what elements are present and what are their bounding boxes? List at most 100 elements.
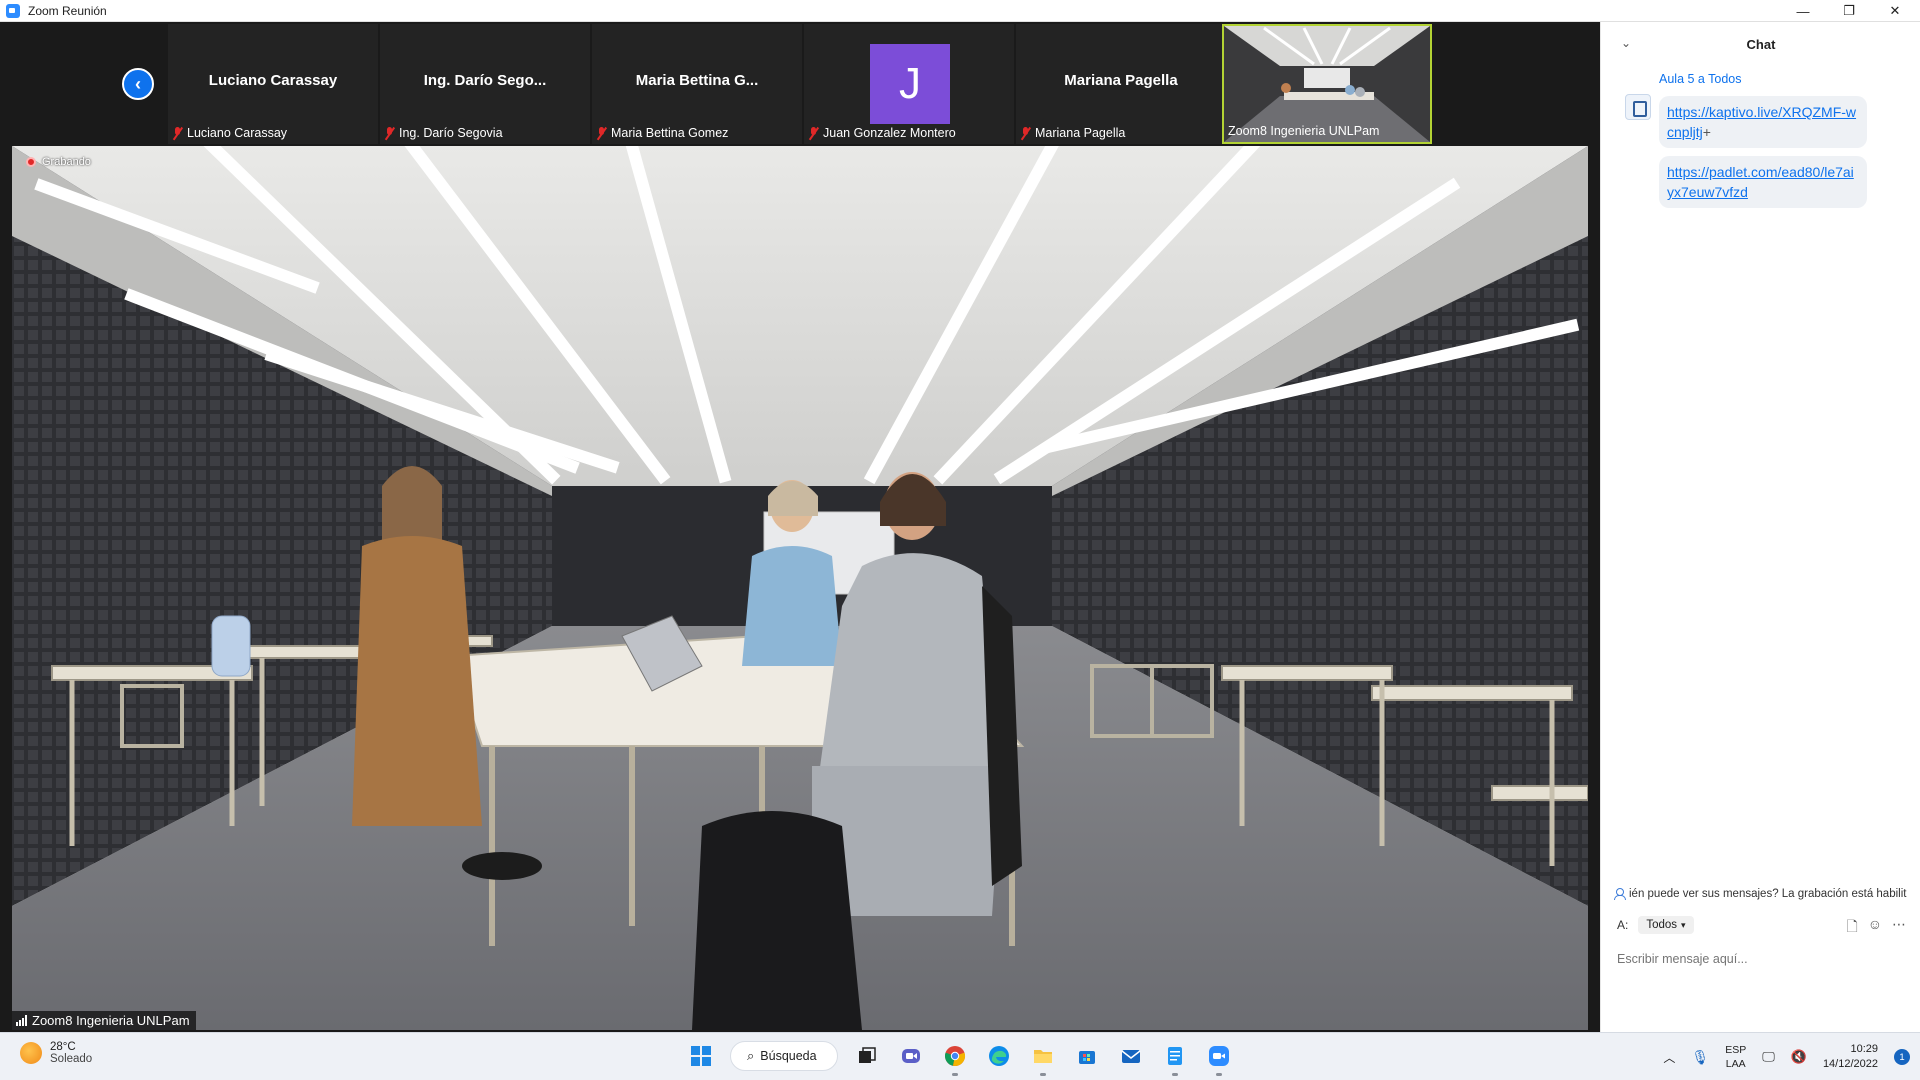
chevron-up-icon[interactable]: ︿ <box>1663 1049 1675 1066</box>
participant-name-label: Ing. Darío Segovia <box>384 126 503 140</box>
participant-label-text: Maria Bettina Gomez <box>611 126 729 140</box>
chevron-down-icon: ▾ <box>1681 919 1686 930</box>
chat-panel: ⌄ Chat Aula 5 a Todos https://kaptivo.li… <box>1600 22 1920 1032</box>
more-options-icon[interactable]: ⋯ <box>1892 916 1906 940</box>
participant-name-label: Mariana Pagella <box>1020 126 1125 140</box>
participant-avatar: J <box>870 44 950 124</box>
taskbar-apps: ⌕ Búsqueda <box>686 1041 1234 1076</box>
speaker-muted-icon[interactable]: 🔇 <box>1791 1049 1807 1065</box>
participant-name-label: Maria Bettina Gomez <box>596 126 728 140</box>
language-code: ESP <box>1725 1044 1747 1056</box>
search-icon: ⌕ <box>747 1048 755 1063</box>
meeting-area: ‹ Luciano Carassay Luciano Carassay Ing.… <box>0 22 1600 1032</box>
start-button[interactable] <box>686 1041 716 1071</box>
sun-icon <box>20 1042 42 1064</box>
participant-display-name: Luciano Carassay <box>208 72 338 89</box>
edge-button[interactable] <box>984 1041 1014 1071</box>
muted-mic-icon <box>808 126 819 140</box>
participant-tile[interactable]: Ing. Darío Sego... Ing. Darío Segovia <box>380 24 590 144</box>
language-indicator[interactable]: ESP LAA <box>1725 1043 1746 1071</box>
participant-label-text: Luciano Carassay <box>187 126 288 140</box>
participant-tile-active-speaker[interactable]: Zoom8 Ingenieria UNLPam <box>1222 24 1432 144</box>
task-view-icon <box>859 1047 876 1063</box>
chat-app-button[interactable] <box>896 1041 926 1071</box>
muted-mic-icon <box>596 126 607 140</box>
folder-icon <box>1034 1050 1052 1063</box>
recording-label: Grabando <box>42 156 91 168</box>
chat-message: https://kaptivo.live/XRQZMF-wcnpljtj+ <box>1659 96 1867 148</box>
window-title: Zoom Reunión <box>28 3 107 18</box>
minimize-button[interactable]: — <box>1780 0 1826 22</box>
participant-tile[interactable]: Luciano Carassay Luciano Carassay <box>168 24 378 144</box>
participant-name-label: Zoom8 Ingenieria UNLPam <box>1228 124 1379 138</box>
weather-widget[interactable]: 28°C Soleado <box>20 1041 92 1065</box>
chrome-button[interactable] <box>940 1041 970 1076</box>
close-button[interactable]: ✕ <box>1872 0 1918 22</box>
classroom-video-frame <box>12 146 1588 1030</box>
notepad-button[interactable] <box>1160 1041 1190 1076</box>
zoom-icon <box>1209 1046 1229 1066</box>
participant-label-text: Mariana Pagella <box>1035 126 1126 140</box>
chat-message-input[interactable] <box>1617 952 1907 966</box>
speaker-name-label: Zoom8 Ingenieria UNLPam <box>12 1011 196 1030</box>
participant-display-name: Mariana Pagella <box>1064 72 1178 89</box>
recording-indicator[interactable]: Grabando <box>26 156 91 168</box>
chat-tools: 🗋 ☺ ⋯ <box>1846 916 1906 940</box>
participant-name-label: Juan Gonzalez Montero <box>808 126 956 140</box>
window-titlebar: Zoom Reunión — ❐ ✕ <box>0 0 1920 22</box>
participant-strip: ‹ Luciano Carassay Luciano Carassay Ing.… <box>0 22 1600 144</box>
recipient-row: A: Todos ▾ <box>1617 916 1694 934</box>
windows-taskbar: 28°C Soleado ⌕ Búsqueda ︿ 🎙 ESP LAA 🖵 🔇 … <box>0 1032 1920 1080</box>
recording-dot-icon <box>26 157 36 167</box>
store-button[interactable] <box>1072 1041 1102 1071</box>
chat-link[interactable]: https://padlet.com/ead80/le7aiyx7euw7vfz… <box>1667 164 1854 200</box>
chrome-icon <box>945 1046 965 1067</box>
mail-icon <box>1121 1050 1141 1063</box>
notification-badge[interactable]: 1 <box>1894 1049 1910 1065</box>
recipient-dropdown[interactable]: Todos ▾ <box>1638 916 1694 934</box>
people-icon <box>1613 888 1626 900</box>
restore-button[interactable]: ❐ <box>1826 0 1872 22</box>
network-icon[interactable]: 🖵 <box>1762 1049 1775 1065</box>
zoom-app-icon <box>6 3 20 18</box>
windows-logo-icon <box>691 1046 711 1066</box>
keyboard-layout: LAA <box>1725 1058 1746 1070</box>
signal-strength-icon <box>16 1015 27 1026</box>
participant-label-text: Zoom8 Ingenieria UNLPam <box>1228 124 1380 138</box>
system-tray: ︿ 🎙 ESP LAA 🖵 🔇 10:29 14/12/2022 1 <box>1663 1037 1910 1077</box>
chat-message-suffix: + <box>1702 124 1711 140</box>
main-speaker-video[interactable]: Grabando Zoom8 Ingenieria UNLPam <box>12 146 1588 1030</box>
clock[interactable]: 10:29 14/12/2022 <box>1823 1042 1878 1072</box>
chat-link[interactable]: https://kaptivo.live/XRQZMF-wcnpljtj <box>1667 104 1856 140</box>
speaker-name-text: Zoom8 Ingenieria UNLPam <box>32 1013 190 1028</box>
sender-avatar <box>1625 94 1651 120</box>
participant-label-text: Juan Gonzalez Montero <box>823 126 956 140</box>
zoom-button[interactable] <box>1204 1041 1234 1076</box>
file-explorer-button[interactable] <box>1028 1041 1058 1076</box>
previous-page-button[interactable]: ‹ <box>122 68 154 100</box>
microphone-icon[interactable]: 🎙 <box>1691 1049 1709 1066</box>
participant-display-name: Ing. Darío Sego... <box>423 72 547 89</box>
recipient-value: Todos <box>1646 919 1678 931</box>
chat-sender-line: Aula 5 a Todos <box>1659 72 1742 86</box>
chat-title: Chat <box>1746 36 1776 52</box>
weather-description: Soleado <box>50 1053 93 1065</box>
task-view-button[interactable] <box>852 1041 882 1071</box>
search-label: Búsqueda <box>760 1049 817 1063</box>
participant-name-label: Luciano Carassay <box>172 126 287 140</box>
file-icon[interactable]: 🗋 <box>1846 916 1857 940</box>
mail-button[interactable] <box>1116 1041 1146 1071</box>
participant-display-name: Maria Bettina G... <box>635 72 759 89</box>
participant-tile[interactable]: J Juan Gonzalez Montero <box>804 24 1014 144</box>
edge-icon <box>989 1046 1009 1066</box>
participant-tile[interactable]: Mariana Pagella Mariana Pagella <box>1016 24 1226 144</box>
chat-notice-text: ién puede ver sus mensajes? La grabación… <box>1629 888 1907 900</box>
taskbar-search[interactable]: ⌕ Búsqueda <box>730 1041 838 1071</box>
emoji-icon[interactable]: ☺ <box>1868 916 1882 940</box>
participant-tile[interactable]: Maria Bettina G... Maria Bettina Gomez <box>592 24 802 144</box>
muted-mic-icon <box>172 126 183 140</box>
muted-mic-icon <box>1020 126 1031 140</box>
chat-privacy-notice[interactable]: ién puede ver sus mensajes? La grabación… <box>1613 888 1913 900</box>
weather-temperature: 28°C <box>50 1041 76 1053</box>
clock-date: 14/12/2022 <box>1822 1058 1878 1070</box>
